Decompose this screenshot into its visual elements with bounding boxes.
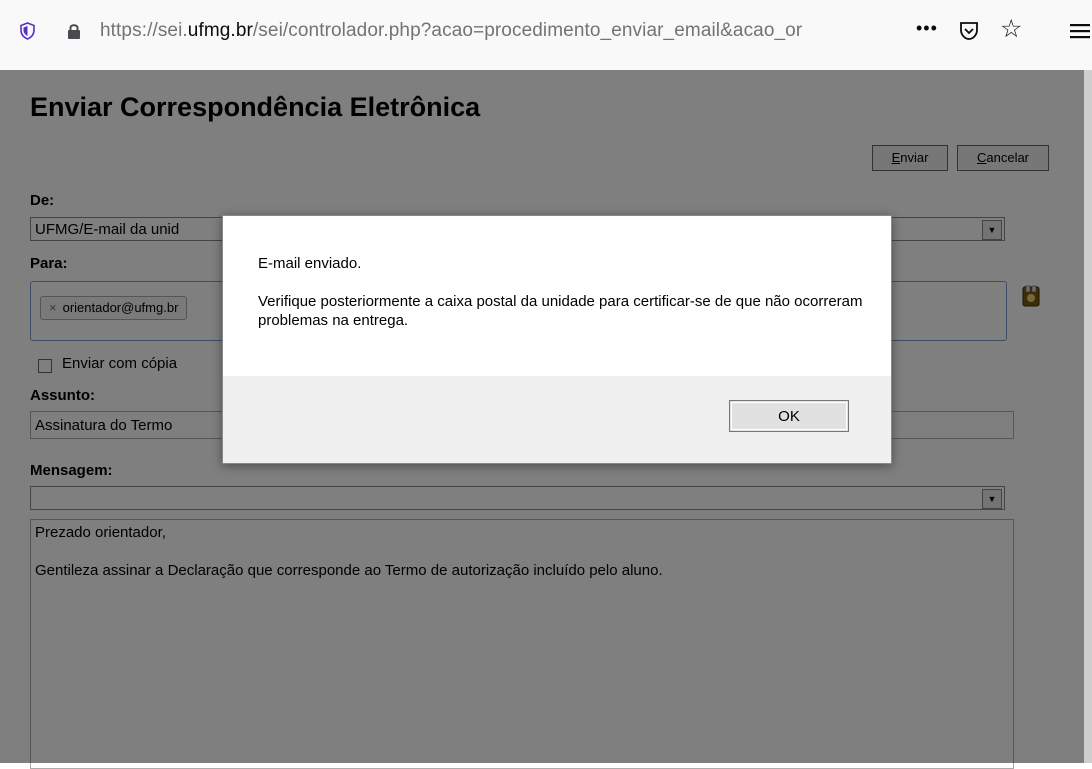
lock-icon[interactable] <box>66 22 82 40</box>
url-domain: ufmg.br <box>187 20 253 41</box>
dialog-message: E-mail enviado. Verifique posteriormente… <box>258 254 878 349</box>
pocket-icon[interactable] <box>958 20 980 42</box>
dialog-line: E-mail enviado. <box>258 255 362 272</box>
dialog-line: Verifique posteriormente a caixa postal … <box>258 293 863 329</box>
scrollbar[interactable] <box>1084 70 1092 763</box>
bookmark-star-icon[interactable]: ☆ <box>1000 17 1022 42</box>
ok-button[interactable]: OK <box>729 400 849 432</box>
address-bar[interactable]: https://sei.ufmg.br/sei/controlador.php?… <box>100 20 802 42</box>
page-actions-icon[interactable]: ••• <box>916 18 938 39</box>
hamburger-menu-icon[interactable] <box>1068 22 1090 40</box>
dialog-footer: OK <box>223 376 891 463</box>
browser-toolbar: https://sei.ufmg.br/sei/controlador.php?… <box>0 0 1092 71</box>
url-prefix: https://sei. <box>100 20 188 41</box>
url-path: /sei/controlador.php?acao=procedimento_e… <box>252 20 803 41</box>
alert-dialog: E-mail enviado. Verifique posteriormente… <box>222 215 892 464</box>
tracking-shield-icon[interactable] <box>20 22 35 40</box>
